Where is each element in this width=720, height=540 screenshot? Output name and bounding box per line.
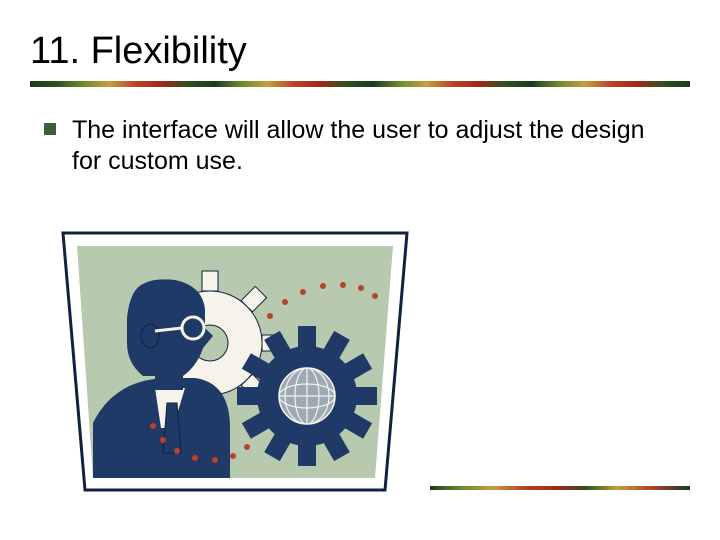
footer-accent-bar — [430, 486, 690, 490]
slide-title: 11. Flexibility — [30, 30, 690, 73]
body-text: The interface will allow the user to adj… — [72, 115, 652, 178]
bullet-icon — [44, 123, 56, 135]
body-content: The interface will allow the user to adj… — [30, 115, 690, 178]
slide-container: 11. Flexibility The interface will allow… — [0, 0, 720, 540]
title-underline-accent — [30, 81, 690, 87]
flexibility-illustration — [55, 228, 415, 503]
